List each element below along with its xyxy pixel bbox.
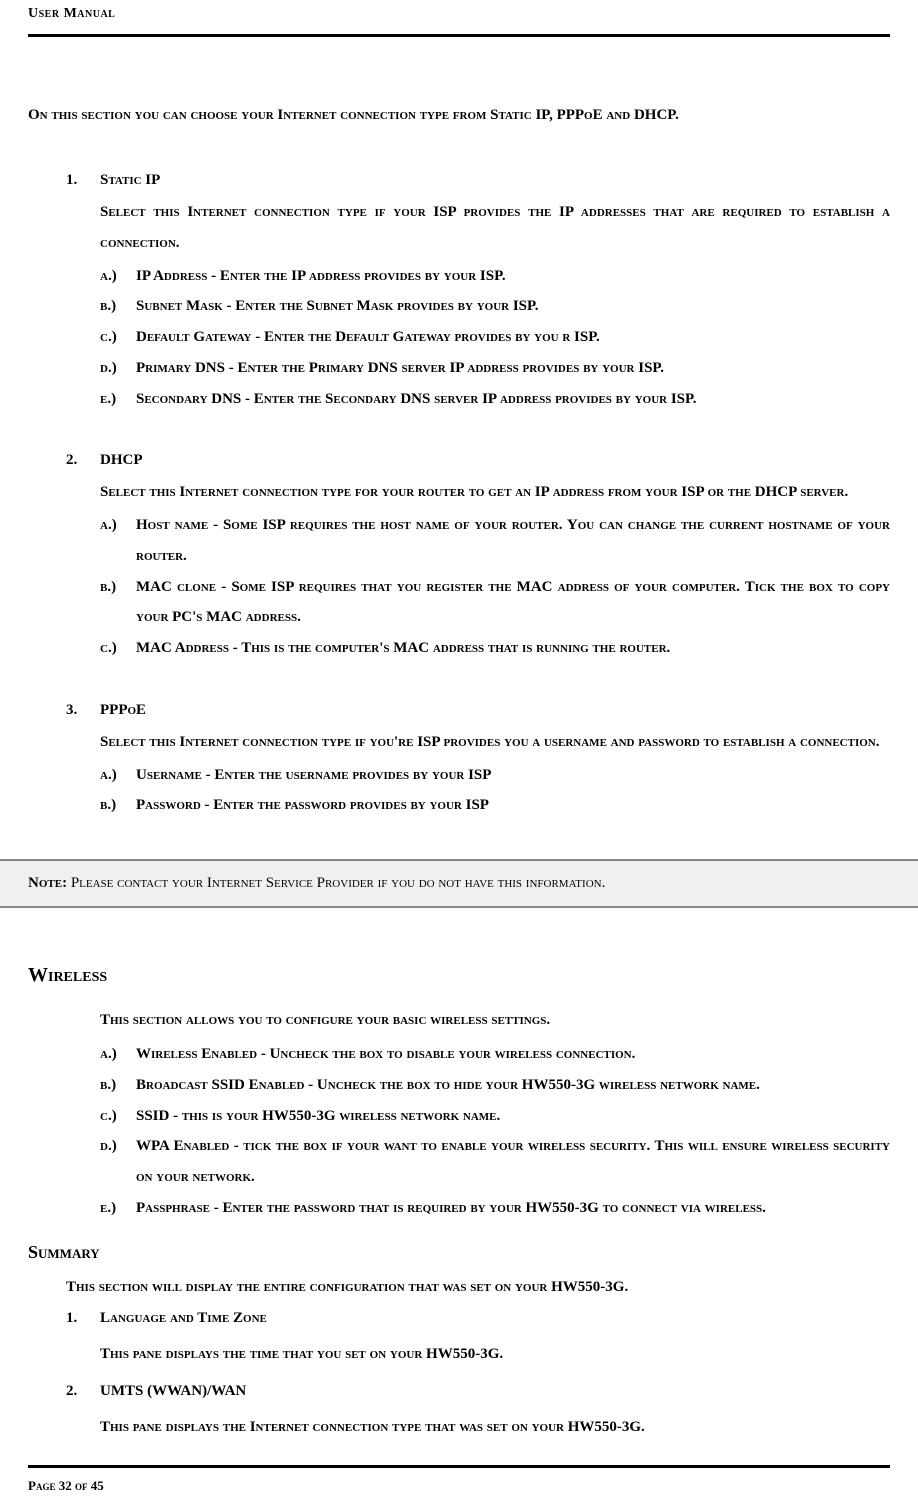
summary-item-language: 1. Language and Time Zone This pane disp… [66, 1310, 890, 1370]
pppoe-sublist: a.)Username - Enter the username provide… [100, 760, 890, 822]
static-ip-sublist: a.)IP Address - Enter the IP address pro… [100, 261, 890, 415]
sub-label: b.) [100, 291, 136, 322]
wireless-body: This section allows you to configure you… [100, 1005, 890, 1035]
intro-text: On this section you can choose your Inte… [28, 107, 890, 124]
note-box: Note: Please contact your Internet Servi… [0, 859, 918, 908]
list-body: Select this Internet connection type for… [100, 477, 890, 508]
sub-text: Primary DNS - Enter the Primary DNS serv… [136, 353, 890, 384]
list-title: UMTS (WWAN)/WAN [100, 1383, 246, 1400]
list-item: b.)Password - Enter the password provide… [100, 790, 890, 821]
page: User Manual On this section you can choo… [0, 0, 918, 1500]
sub-text: SSID - this is your HW550-3G wireless ne… [136, 1101, 890, 1132]
sub-text: Secondary DNS - Enter the Secondary DNS … [136, 384, 890, 415]
dhcp-section: 2. DHCP Select this Internet connection … [66, 452, 890, 664]
list-item: a.)IP Address - Enter the IP address pro… [100, 261, 890, 292]
note-text: Please contact your Internet Service Pro… [67, 875, 605, 891]
list-number: 1. [66, 172, 100, 189]
sub-label: b.) [100, 790, 136, 821]
sub-text: Username - Enter the username provides b… [136, 760, 890, 791]
sub-label: c.) [100, 322, 136, 353]
sub-text: Host name - Some ISP requires the host n… [136, 510, 890, 572]
sub-text: Broadcast SSID Enabled - Uncheck the box… [136, 1070, 890, 1101]
sub-text: Default Gateway - Enter the Default Gate… [136, 322, 890, 353]
list-item: a.)Username - Enter the username provide… [100, 760, 890, 791]
sub-label: c.) [100, 633, 136, 664]
list-number: 2. [66, 1383, 100, 1400]
wireless-sublist: a.)Wireless Enabled - Uncheck the box to… [100, 1039, 890, 1224]
summary-heading: Summary [28, 1242, 890, 1263]
list-item: c.)MAC Address - This is the computer's … [100, 633, 890, 664]
list-item: c.)SSID - this is your HW550-3G wireless… [100, 1101, 890, 1132]
static-ip-section: 1. Static IP Select this Internet connec… [66, 172, 890, 414]
list-title: DHCP [100, 452, 143, 469]
list-item: c.)Default Gateway - Enter the Default G… [100, 322, 890, 353]
list-number: 1. [66, 1310, 100, 1327]
list-body: This pane displays the time that you set… [100, 1339, 890, 1370]
list-item: a.)Wireless Enabled - Uncheck the box to… [100, 1039, 890, 1070]
list-number: 3. [66, 702, 100, 719]
list-body: This pane displays the Internet connecti… [100, 1412, 890, 1443]
sub-text: Passphrase - Enter the password that is … [136, 1193, 890, 1224]
summary-list: 1. Language and Time Zone This pane disp… [66, 1310, 890, 1444]
sub-text: Subnet Mask - Enter the Subnet Mask prov… [136, 291, 890, 322]
sub-label: a.) [100, 261, 136, 292]
sub-text: MAC clone - Some ISP requires that you r… [136, 572, 890, 634]
list-title: Language and Time Zone [100, 1310, 267, 1327]
list-body: Select this Internet connection type if … [100, 197, 890, 259]
page-header: User Manual [28, 0, 890, 37]
sub-text: IP Address - Enter the IP address provid… [136, 261, 890, 292]
sub-label: e.) [100, 1193, 136, 1224]
summary-intro: This section will display the entire con… [66, 1279, 890, 1296]
sub-label: b.) [100, 1070, 136, 1101]
list-body: Select this Internet connection type if … [100, 727, 890, 758]
sub-label: a.) [100, 760, 136, 791]
connection-type-list: 1. Static IP Select this Internet connec… [66, 172, 890, 821]
list-title: Static IP [100, 172, 160, 189]
list-number: 2. [66, 452, 100, 469]
sub-label: a.) [100, 1039, 136, 1070]
pppoe-section: 3. PPPoE Select this Internet connection… [66, 702, 890, 821]
list-item: e.)Passphrase - Enter the password that … [100, 1193, 890, 1224]
list-item: e.)Secondary DNS - Enter the Secondary D… [100, 384, 890, 415]
summary-item-umts: 2. UMTS (WWAN)/WAN This pane displays th… [66, 1383, 890, 1443]
dhcp-sublist: a.)Host name - Some ISP requires the hos… [100, 510, 890, 664]
sub-text: WPA Enabled - tick the box if your want … [136, 1131, 890, 1193]
list-item: b.)Subnet Mask - Enter the Subnet Mask p… [100, 291, 890, 322]
sub-label: a.) [100, 510, 136, 541]
sub-text: Wireless Enabled - Uncheck the box to di… [136, 1039, 890, 1070]
page-footer: Page 32 of 45 [28, 1465, 890, 1494]
list-title: PPPoE [100, 702, 146, 719]
sub-text: MAC Address - This is the computer's MAC… [136, 633, 890, 664]
sub-label: b.) [100, 572, 136, 603]
wireless-heading: Wireless [28, 964, 890, 987]
sub-label: c.) [100, 1101, 136, 1132]
sub-text: Password - Enter the password provides b… [136, 790, 890, 821]
list-item: a.)Host name - Some ISP requires the hos… [100, 510, 890, 572]
sub-label: d.) [100, 1131, 136, 1162]
list-item: d.)Primary DNS - Enter the Primary DNS s… [100, 353, 890, 384]
list-item: b.)Broadcast SSID Enabled - Uncheck the … [100, 1070, 890, 1101]
list-item: d.)WPA Enabled - tick the box if your wa… [100, 1131, 890, 1193]
list-item: b.)MAC clone - Some ISP requires that yo… [100, 572, 890, 634]
note-label: Note: [28, 875, 67, 891]
sub-label: d.) [100, 353, 136, 384]
sub-label: e.) [100, 384, 136, 415]
